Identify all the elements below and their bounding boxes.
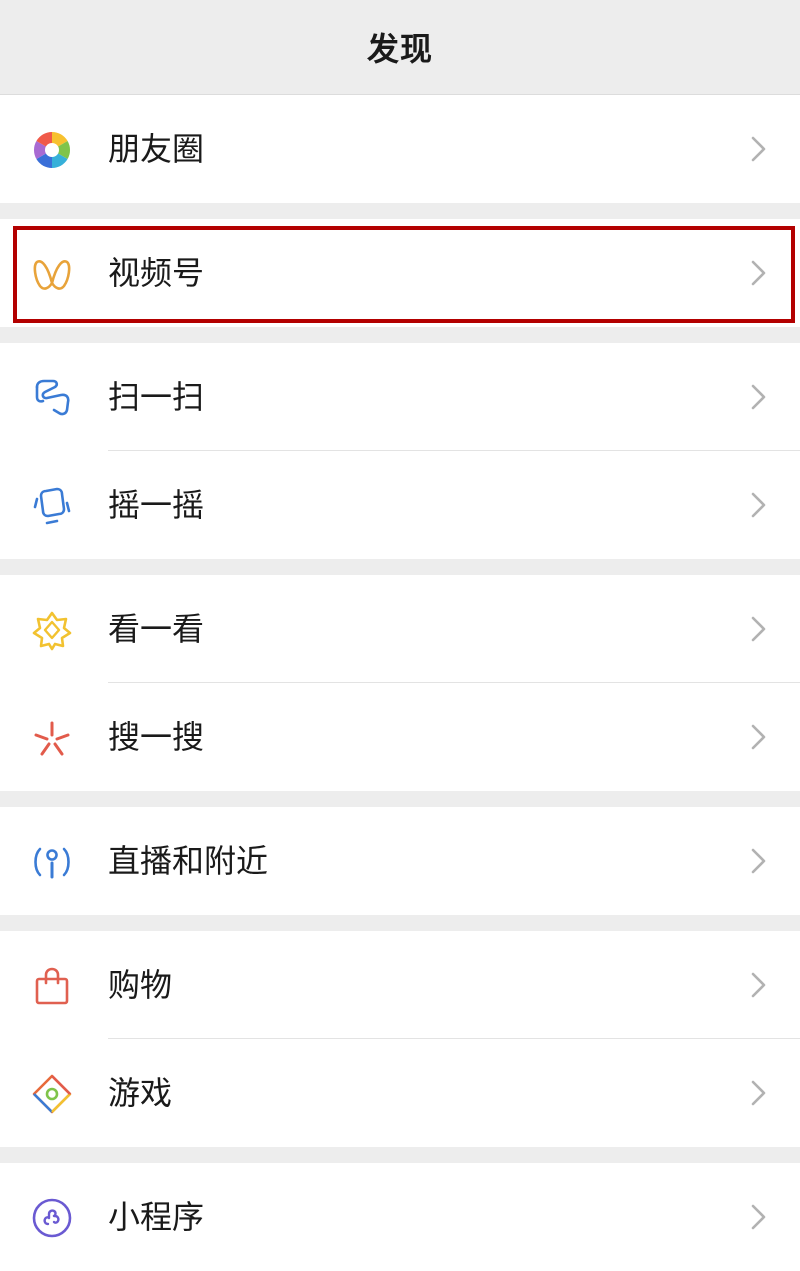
list-item-shopping[interactable]: 购物 (0, 931, 800, 1039)
scan-icon (31, 377, 73, 419)
group-scan-shake: 扫一扫 摇一摇 (0, 343, 800, 559)
list-item-channels[interactable]: 视频号 (0, 219, 800, 327)
list-item-games[interactable]: 游戏 (0, 1039, 800, 1147)
channels-butterfly-icon (31, 253, 73, 295)
chevron-right-icon (750, 971, 768, 999)
search-spark-icon (31, 717, 73, 759)
mini-programs-icon (31, 1197, 73, 1239)
page-title: 发现 (366, 30, 433, 68)
list-item-label: 扫一扫 (108, 378, 205, 416)
chevron-right-icon (750, 847, 768, 875)
list-item-top-stories[interactable]: 看一看 (0, 575, 800, 683)
chevron-right-icon (750, 1203, 768, 1231)
live-nearby-icon (31, 841, 73, 883)
group-stories-search: 看一看 搜一搜 (0, 575, 800, 791)
group-channels: 视频号 (0, 219, 800, 327)
list-item-label: 看一看 (108, 610, 205, 648)
chevron-right-icon (750, 723, 768, 751)
chevron-right-icon (750, 615, 768, 643)
chevron-right-icon (750, 491, 768, 519)
group-live-nearby: 直播和附近 (0, 807, 800, 915)
chevron-right-icon (750, 135, 768, 163)
list-item-shake[interactable]: 摇一摇 (0, 451, 800, 559)
list-item-label: 摇一摇 (108, 486, 205, 524)
shopping-bag-icon (31, 965, 73, 1007)
top-stories-icon (31, 609, 73, 651)
list-item-label: 游戏 (108, 1074, 173, 1112)
shake-icon (31, 485, 73, 527)
list-item-search[interactable]: 搜一搜 (0, 683, 800, 791)
chevron-right-icon (750, 383, 768, 411)
list-item-label: 搜一搜 (108, 718, 205, 756)
list-item-label: 小程序 (108, 1198, 205, 1236)
chevron-right-icon (750, 1079, 768, 1107)
games-icon (31, 1073, 73, 1115)
group-moments: 朋友圈 (0, 95, 800, 203)
navigation-header: 发现 (0, 0, 800, 95)
list-item-live-nearby[interactable]: 直播和附近 (0, 807, 800, 915)
list-item-label: 视频号 (108, 254, 205, 292)
group-mini-programs: 小程序 (0, 1163, 800, 1271)
list-item-mini-programs[interactable]: 小程序 (0, 1163, 800, 1271)
moments-shutter-icon (31, 129, 73, 171)
list-item-label: 朋友圈 (108, 130, 205, 168)
chevron-right-icon (750, 259, 768, 287)
list-item-label: 购物 (108, 966, 173, 1004)
group-shopping-games: 购物 游戏 (0, 931, 800, 1147)
list-item-moments[interactable]: 朋友圈 (0, 95, 800, 203)
list-item-scan[interactable]: 扫一扫 (0, 343, 800, 451)
list-item-label: 直播和附近 (108, 842, 269, 880)
